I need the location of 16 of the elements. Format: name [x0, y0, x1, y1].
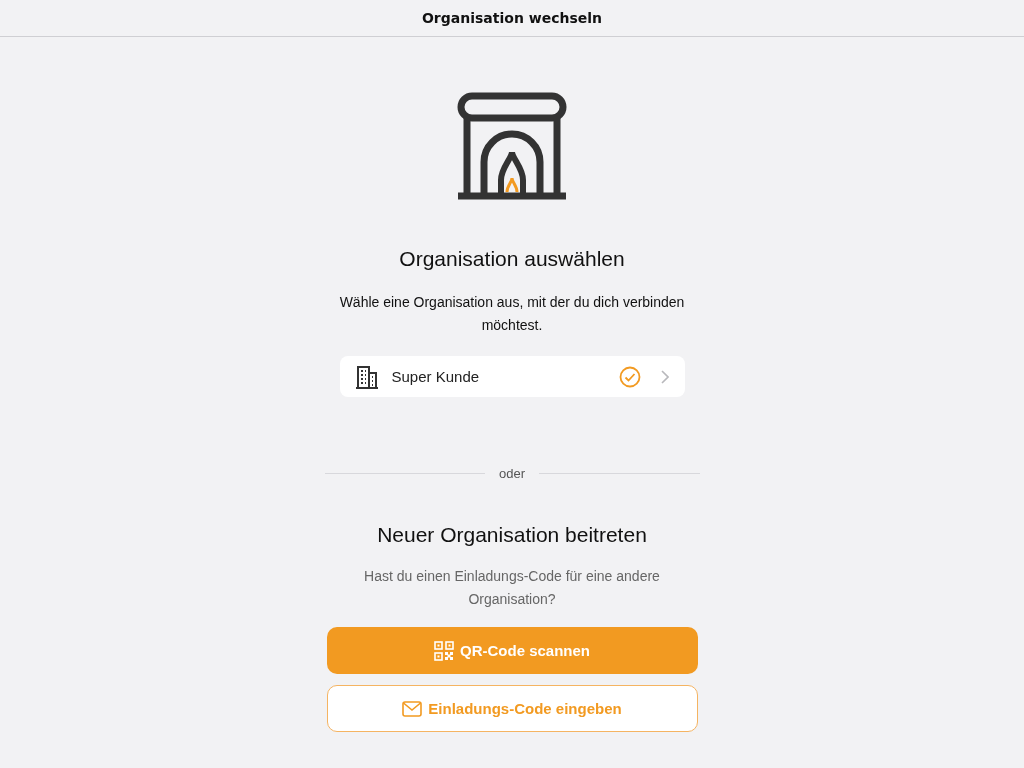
- organisation-name: Super Kunde: [391, 368, 481, 385]
- section-title: Organisation auswählen: [399, 247, 625, 271]
- fireplace-icon: [457, 92, 567, 202]
- chevron-right-icon: [660, 369, 669, 384]
- envelope-icon: [402, 700, 423, 717]
- qr-code-icon: [434, 640, 454, 661]
- enter-code-button[interactable]: Einladungs-Code eingeben: [326, 685, 698, 732]
- section-description: Hast du einen Einladungs-Code für eine andere Organisation?: [363, 567, 661, 609]
- organisation-item[interactable]: Super Kunde: [339, 356, 685, 397]
- header-title: Organisation wechseln: [421, 10, 603, 26]
- section-description: Wähle eine Organisation aus, mit der du dich verbinden möchtest.: [338, 293, 686, 335]
- section-title: Neuer Organisation beitreten: [377, 523, 647, 547]
- divider-label: oder: [499, 466, 525, 481]
- building-icon: [355, 364, 378, 389]
- check-circle-icon: [618, 365, 641, 388]
- scan-button[interactable]: QR-Code scannen: [326, 627, 698, 674]
